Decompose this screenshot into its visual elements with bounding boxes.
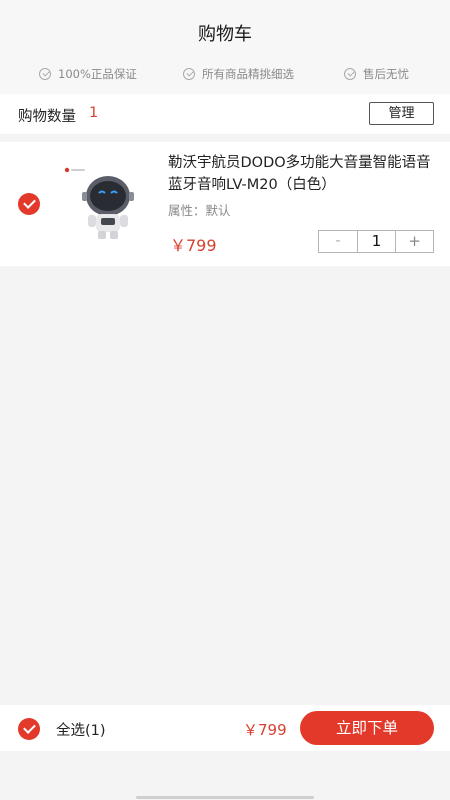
cart-count-value: 1 <box>89 105 99 121</box>
item-select-checkbox[interactable] <box>18 193 40 215</box>
guarantee-bar: 100%正品保证 所有商品精挑细选 售后无忧 <box>0 66 450 84</box>
home-indicator <box>136 796 314 799</box>
decrease-button[interactable]: - <box>319 231 358 252</box>
page-title: 购物车 <box>198 24 252 45</box>
select-all-label[interactable]: 全选(1) <box>56 719 106 740</box>
attribute-label: 属性： <box>168 203 206 218</box>
attribute-value: 默认 <box>205 203 231 218</box>
check-circle-icon <box>39 68 51 80</box>
guarantee-label: 所有商品精挑细选 <box>202 67 294 81</box>
select-all-checkbox[interactable] <box>18 718 40 740</box>
guarantee-item: 所有商品精挑细选 <box>183 66 294 82</box>
guarantee-item: 售后无忧 <box>344 66 409 82</box>
product-image[interactable] <box>60 162 150 242</box>
robot-speaker-image <box>64 167 134 239</box>
product-attribute: 属性：默认 <box>168 200 231 219</box>
guarantee-label: 100%正品保证 <box>58 67 137 81</box>
checkout-button[interactable]: 立即下单 <box>300 711 434 745</box>
product-price: ￥799 <box>170 236 217 255</box>
quantity-stepper: - 1 + <box>318 230 434 253</box>
guarantee-item: 100%正品保证 <box>39 66 137 82</box>
quantity-input[interactable]: 1 <box>358 231 396 252</box>
total-price: ￥799 <box>243 721 287 739</box>
guarantee-label: 售后无忧 <box>363 67 409 81</box>
cart-count-label: 购物数量 <box>18 109 76 125</box>
manage-button[interactable]: 管理 <box>369 102 434 125</box>
check-circle-icon <box>344 68 356 80</box>
check-circle-icon <box>183 68 195 80</box>
header: 购物车 100%正品保证 所有商品精挑细选 售后无忧 <box>0 0 450 94</box>
product-name[interactable]: 勒沃宇航员DODO多功能大音量智能语音蓝牙音响LV-M20（白色） <box>168 152 436 196</box>
increase-button[interactable]: + <box>396 231 433 252</box>
